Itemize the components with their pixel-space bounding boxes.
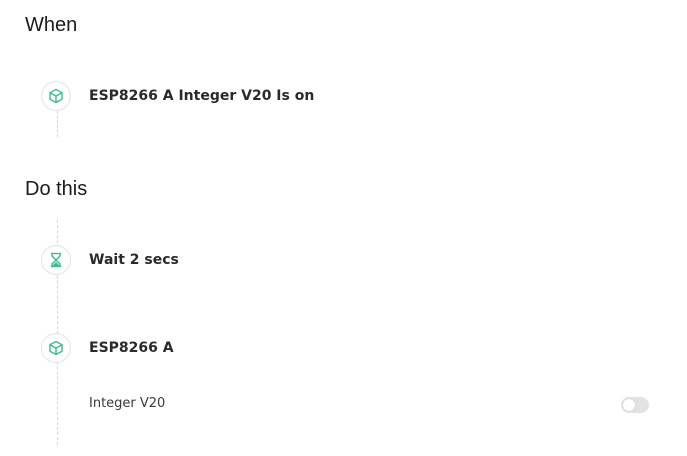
- automation-editor: When ESP8266 A Integer V20 Is on Do this…: [0, 0, 687, 456]
- device-step-label: ESP8266 A: [89, 340, 174, 356]
- cube-icon: [41, 81, 71, 111]
- toggle-knob: [623, 399, 635, 411]
- when-connector-line: [57, 111, 58, 137]
- hourglass-icon: [41, 245, 71, 275]
- trigger-label: ESP8266 A Integer V20 Is on: [89, 88, 315, 104]
- do-this-section-title: Do this: [25, 178, 88, 200]
- integer-v20-param-label: Integer V20: [89, 396, 166, 411]
- integer-v20-toggle[interactable]: [621, 397, 649, 413]
- wait-step-label: Wait 2 secs: [89, 252, 179, 268]
- when-section-title: When: [25, 14, 78, 36]
- cube-icon: [41, 333, 71, 363]
